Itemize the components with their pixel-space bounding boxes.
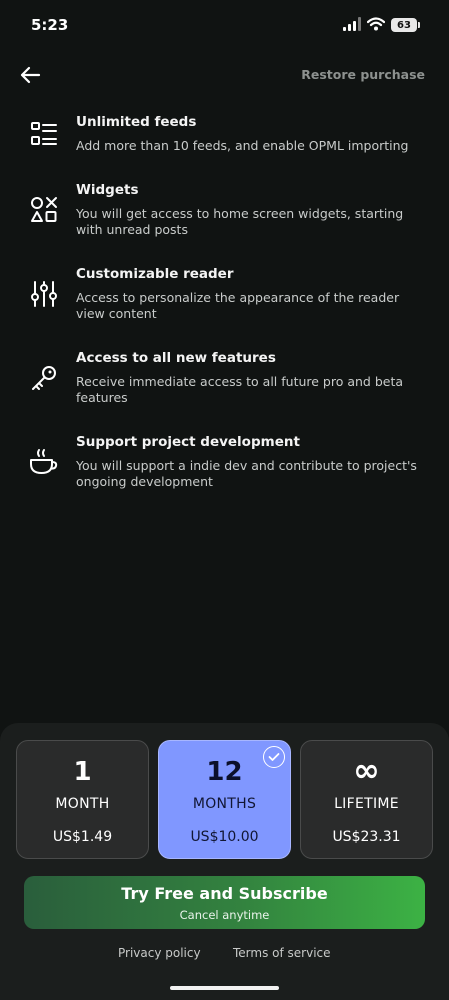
feature-description: You will get access to home screen widge…: [76, 206, 404, 237]
plan-unit: MONTH: [55, 796, 110, 812]
privacy-policy-link[interactable]: Privacy policy: [118, 946, 201, 960]
feature-title: Unlimited feeds: [76, 114, 197, 130]
top-bar: Restore purchase: [0, 55, 449, 95]
plan-quantity: 1: [73, 757, 92, 787]
status-icons: 63: [343, 16, 420, 35]
wifi-icon: [366, 16, 386, 35]
feature-description: Add more than 10 feeds, and enable OPML …: [76, 138, 409, 153]
home-indicator[interactable]: [170, 986, 279, 990]
battery-indicator: 63: [391, 18, 420, 32]
feature-title: Widgets: [76, 182, 139, 198]
feature-description: Access to personalize the appearance of …: [76, 290, 400, 321]
feature-description: Receive immediate access to all future p…: [76, 374, 404, 405]
plan-unit: LIFETIME: [334, 796, 399, 812]
plan-quantity: 12: [206, 757, 243, 787]
back-button[interactable]: [14, 59, 46, 91]
plan-price: US$1.49: [52, 829, 113, 845]
sliders-icon: [28, 278, 60, 310]
plan-option-lifetime[interactable]: ∞ LIFETIME US$23.31: [300, 740, 433, 859]
subscribe-button[interactable]: Try Free and Subscribe Cancel anytime: [24, 876, 425, 929]
signal-icon: [343, 16, 361, 35]
infinity-icon: ∞: [353, 751, 380, 789]
status-time: 5:23: [31, 16, 69, 34]
plan-unit: MONTHS: [192, 796, 257, 812]
coffee-icon: [28, 446, 60, 478]
plan-price: US$23.31: [332, 829, 401, 845]
plan-price: US$10.00: [190, 829, 259, 845]
shapes-icon: [28, 194, 60, 226]
purchase-sheet: 1 MONTH US$1.49 12 MONTHS US$10.00 ∞ LIF…: [0, 723, 449, 1000]
restore-purchase-button[interactable]: Restore purchase: [301, 67, 425, 82]
subscribe-sublabel: Cancel anytime: [179, 908, 270, 922]
feature-title: Customizable reader: [76, 266, 234, 282]
key-icon: [28, 362, 60, 394]
feature-title: Access to all new features: [76, 350, 276, 366]
feature-title: Support project development: [76, 434, 300, 450]
terms-of-service-link[interactable]: Terms of service: [233, 946, 331, 960]
feature-description: You will support a indie dev and contrib…: [76, 458, 417, 489]
plan-option-monthly[interactable]: 1 MONTH US$1.49: [16, 740, 149, 859]
plan-option-yearly[interactable]: 12 MONTHS US$10.00: [158, 740, 291, 859]
arrow-left-icon: [20, 66, 41, 84]
list-icon: [28, 118, 60, 150]
subscribe-label: Try Free and Subscribe: [121, 884, 328, 903]
status-bar: 5:23 63: [0, 0, 449, 50]
